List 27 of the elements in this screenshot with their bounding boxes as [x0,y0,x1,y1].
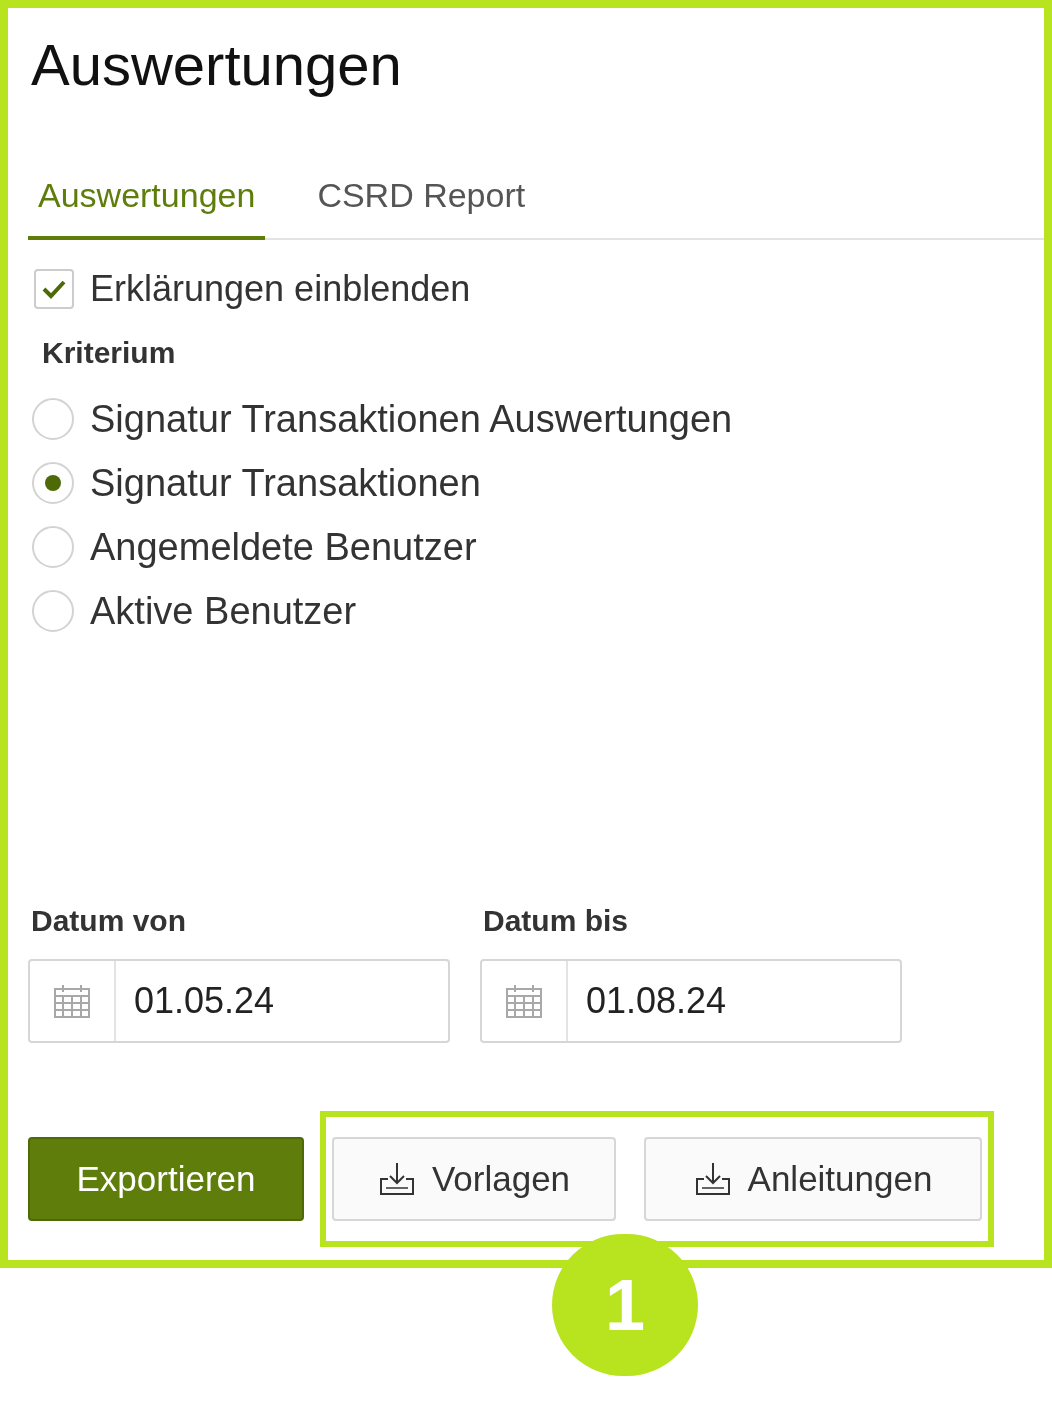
calendar-icon [505,983,543,1019]
radio-label: Signatur Transaktionen Auswertungen [90,396,733,442]
callout-badge: 1 [552,1234,698,1376]
download-icon [377,1161,416,1197]
export-button[interactable]: Exportieren [28,1137,304,1221]
download-button[interactable]: Anleitungen [644,1137,982,1221]
download-icon [693,1161,732,1197]
radio-label: Aktive Benutzer [90,588,357,634]
page-title: Auswertungen [30,31,402,99]
date-field[interactable]: 01.08.24 [480,959,902,1043]
radio-button[interactable] [32,398,74,440]
checkbox[interactable] [34,269,74,309]
radio-button[interactable] [32,526,74,568]
calendar-icon [53,983,91,1019]
download-button[interactable]: Vorlagen [332,1137,616,1221]
radio-button[interactable] [32,462,74,504]
radio-button[interactable] [32,590,74,632]
field-label: Datum von [31,903,186,939]
tab[interactable]: Auswertungen [28,170,266,240]
checkbox-label: Erklärungen einblenden [90,267,471,311]
date-field[interactable]: 01.05.24 [28,959,450,1043]
checkmark-icon [41,278,67,300]
radio-label: Signatur Transaktionen [90,460,481,506]
section-label: Kriterium [42,335,176,371]
radio-label: Angemeldete Benutzer [90,524,477,570]
tab[interactable]: CSRD Report [307,170,536,240]
field-label: Datum bis [483,903,629,939]
